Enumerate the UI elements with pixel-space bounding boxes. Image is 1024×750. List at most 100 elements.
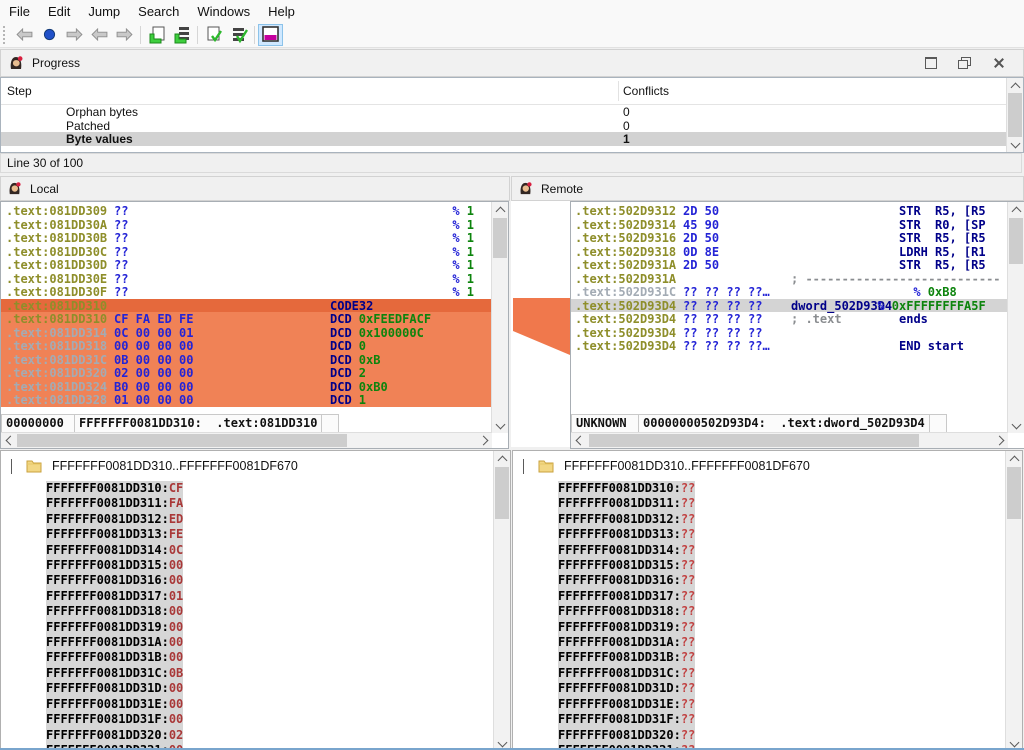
hex-byte-row[interactable]: FFFFFFF0081DD31F:00 xyxy=(46,712,183,727)
listing-row[interactable]: .text:081DD30B??%1 xyxy=(1,231,491,245)
scrollbar-thumb[interactable] xyxy=(17,434,347,447)
scroll-up-arrow[interactable] xyxy=(1006,451,1022,466)
hex-byte-row[interactable]: FFFFFFF0081DD316:00 xyxy=(46,573,183,588)
hex-byte-row[interactable]: FFFFFFF0081DD319:00 xyxy=(46,620,183,635)
listing-row[interactable]: .text:502D93162D 50STRR5, [R5 xyxy=(571,231,1007,245)
hex-byte-row[interactable]: FFFFFFF0081DD310:?? xyxy=(558,481,695,496)
hex-byte-row[interactable]: FFFFFFF0081DD31E:00 xyxy=(46,697,183,712)
hex-byte-row[interactable]: FFFFFFF0081DD315:00 xyxy=(46,558,183,573)
hex-byte-row[interactable]: FFFFFFF0081DD311:?? xyxy=(558,496,695,511)
next-diff-button[interactable] xyxy=(112,24,137,46)
listing-row[interactable]: .text:081DD30E??%1 xyxy=(1,272,491,286)
hex-byte-row[interactable]: FFFFFFF0081DD312:ED xyxy=(46,512,183,527)
forward-arrow-button[interactable] xyxy=(62,24,87,46)
close-button[interactable] xyxy=(989,55,1009,71)
hex-byte-row[interactable]: FFFFFFF0081DD31C:0B xyxy=(46,666,183,681)
menu-item-jump[interactable]: Jump xyxy=(79,2,129,21)
hex-byte-row[interactable]: FFFFFFF0081DD31A:00 xyxy=(46,635,183,650)
vertical-scrollbar[interactable] xyxy=(1006,78,1023,152)
scroll-right-arrow[interactable] xyxy=(993,433,1008,448)
export-page-button[interactable] xyxy=(144,24,169,46)
listing-row[interactable]: .text:081DD309??%1 xyxy=(1,204,491,218)
hex-byte-row[interactable]: FFFFFFF0081DD314:?? xyxy=(558,543,695,558)
listing-row[interactable]: .text:502D93D4?? ?? ?? ??dword_502D93D4%… xyxy=(571,299,1007,313)
scrollbar-thumb[interactable] xyxy=(1008,93,1022,137)
scroll-left-arrow[interactable] xyxy=(571,433,586,448)
vertical-scrollbar[interactable] xyxy=(493,451,510,750)
listing-row[interactable]: .text:502D931A2D 50STRR5, [R5 xyxy=(571,258,1007,272)
scroll-down-arrow[interactable] xyxy=(1008,418,1024,433)
accept-list-button[interactable] xyxy=(226,24,251,46)
scroll-up-arrow[interactable] xyxy=(1008,202,1024,217)
menu-item-file[interactable]: File xyxy=(0,2,39,21)
hex-byte-row[interactable]: FFFFFFF0081DD312:?? xyxy=(558,512,695,527)
listing-row[interactable]: .text:502D931445 90STRR0, [SP xyxy=(571,218,1007,232)
hex-byte-row[interactable]: FFFFFFF0081DD317:01 xyxy=(46,589,183,604)
scrollbar-thumb[interactable] xyxy=(1007,467,1021,519)
scroll-up-arrow[interactable] xyxy=(494,451,510,466)
listing-row[interactable]: .text:081DD30F??%1 xyxy=(1,285,491,299)
listing-row[interactable]: .text:502D931A; ------------------------… xyxy=(571,272,1007,286)
hex-byte-row[interactable]: FFFFFFF0081DD31D:00 xyxy=(46,681,183,696)
hex-byte-row[interactable]: FFFFFFF0081DD320:02 xyxy=(46,728,183,743)
menu-item-search[interactable]: Search xyxy=(129,2,188,21)
merge-view-toggle-button[interactable] xyxy=(258,24,283,46)
listing-row[interactable]: .text:081DD32002 00 00 00DCD2 xyxy=(1,366,491,380)
vertical-scrollbar[interactable] xyxy=(1007,202,1024,433)
listing-row[interactable]: .text:081DD31800 00 00 00DCD0 xyxy=(1,339,491,353)
toolbar-grip[interactable] xyxy=(3,26,7,44)
horizontal-scrollbar[interactable] xyxy=(1,432,492,448)
hex-byte-row[interactable]: FFFFFFF0081DD31D:?? xyxy=(558,681,695,696)
column-divider[interactable] xyxy=(618,81,619,101)
hex-byte-row[interactable]: FFFFFFF0081DD318:00 xyxy=(46,604,183,619)
menu-item-help[interactable]: Help xyxy=(259,2,304,21)
export-list-button[interactable] xyxy=(169,24,194,46)
hex-byte-row[interactable]: FFFFFFF0081DD320:?? xyxy=(558,728,695,743)
current-position-button[interactable] xyxy=(37,24,62,46)
listing-row[interactable]: .text:081DD310CODE32 xyxy=(1,299,491,313)
listing-row[interactable]: .text:081DD30A??%1 xyxy=(1,218,491,232)
progress-row[interactable]: Orphan bytes0 xyxy=(1,105,1006,119)
accept-page-button[interactable] xyxy=(201,24,226,46)
vertical-scrollbar[interactable] xyxy=(1005,451,1022,750)
maximize-button[interactable] xyxy=(921,55,941,71)
progress-row[interactable]: Byte values1 xyxy=(1,132,1006,146)
hex-byte-row[interactable]: FFFFFFF0081DD317:?? xyxy=(558,589,695,604)
listing-row[interactable]: .text:502D93D4?? ?? ?? ??…ENDstart xyxy=(571,339,1007,353)
listing-row[interactable]: .text:502D93D4?? ?? ?? ??; .textends xyxy=(571,312,1007,326)
listing-row[interactable]: .text:081DD310CF FA ED FEDCD0xFEEDFACF xyxy=(1,312,491,326)
remote-disassembly-listing[interactable]: .text:502D93122D 50STRR5, [R5.text:502D9… xyxy=(571,204,1007,413)
listing-row[interactable]: .text:081DD32801 00 00 00DCD1 xyxy=(1,393,491,407)
horizontal-scrollbar[interactable] xyxy=(571,432,1008,448)
hex-byte-row[interactable]: FFFFFFF0081DD31F:?? xyxy=(558,712,695,727)
hex-byte-row[interactable]: FFFFFFF0081DD31A:?? xyxy=(558,635,695,650)
listing-row[interactable]: .text:502D93180D 8ELDRHR5, [R1 xyxy=(571,245,1007,259)
listing-row[interactable]: .text:502D931C?? ?? ?? ??…%0xB8 xyxy=(571,285,1007,299)
local-disassembly-listing[interactable]: .text:081DD309??%1.text:081DD30A??%1.tex… xyxy=(1,204,491,413)
hex-byte-row[interactable]: FFFFFFF0081DD31C:?? xyxy=(558,666,695,681)
hex-byte-row[interactable]: FFFFFFF0081DD314:0C xyxy=(46,543,183,558)
scrollbar-thumb[interactable] xyxy=(589,434,919,447)
listing-row[interactable]: .text:081DD30C??%1 xyxy=(1,245,491,259)
scroll-up-arrow[interactable] xyxy=(1007,78,1023,93)
hex-byte-row[interactable]: FFFFFFF0081DD315:?? xyxy=(558,558,695,573)
listing-row[interactable]: .text:081DD31C0B 00 00 00DCD0xB xyxy=(1,353,491,367)
menu-item-edit[interactable]: Edit xyxy=(39,2,79,21)
menu-item-windows[interactable]: Windows xyxy=(188,2,259,21)
listing-row[interactable]: .text:502D93D4?? ?? ?? ?? xyxy=(571,326,1007,340)
listing-row[interactable]: .text:081DD30D??%1 xyxy=(1,258,491,272)
hex-byte-row[interactable]: FFFFFFF0081DD313:FE xyxy=(46,527,183,542)
scroll-right-arrow[interactable] xyxy=(477,433,492,448)
scrollbar-thumb[interactable] xyxy=(493,218,507,258)
hex-byte-row[interactable]: FFFFFFF0081DD31E:?? xyxy=(558,697,695,712)
hex-byte-row[interactable]: FFFFFFF0081DD311:FA xyxy=(46,496,183,511)
back-arrow-button[interactable] xyxy=(12,24,37,46)
collapse-chevron-icon[interactable] xyxy=(523,459,524,473)
restore-button[interactable] xyxy=(955,55,975,71)
hex-byte-row[interactable]: FFFFFFF0081DD316:?? xyxy=(558,573,695,588)
scrollbar-thumb[interactable] xyxy=(1009,218,1023,264)
scroll-left-arrow[interactable] xyxy=(1,433,16,448)
hex-byte-row[interactable]: FFFFFFF0081DD310:CF xyxy=(46,481,183,496)
hex-byte-row[interactable]: FFFFFFF0081DD31B:00 xyxy=(46,650,183,665)
scroll-down-arrow[interactable] xyxy=(1007,137,1023,152)
